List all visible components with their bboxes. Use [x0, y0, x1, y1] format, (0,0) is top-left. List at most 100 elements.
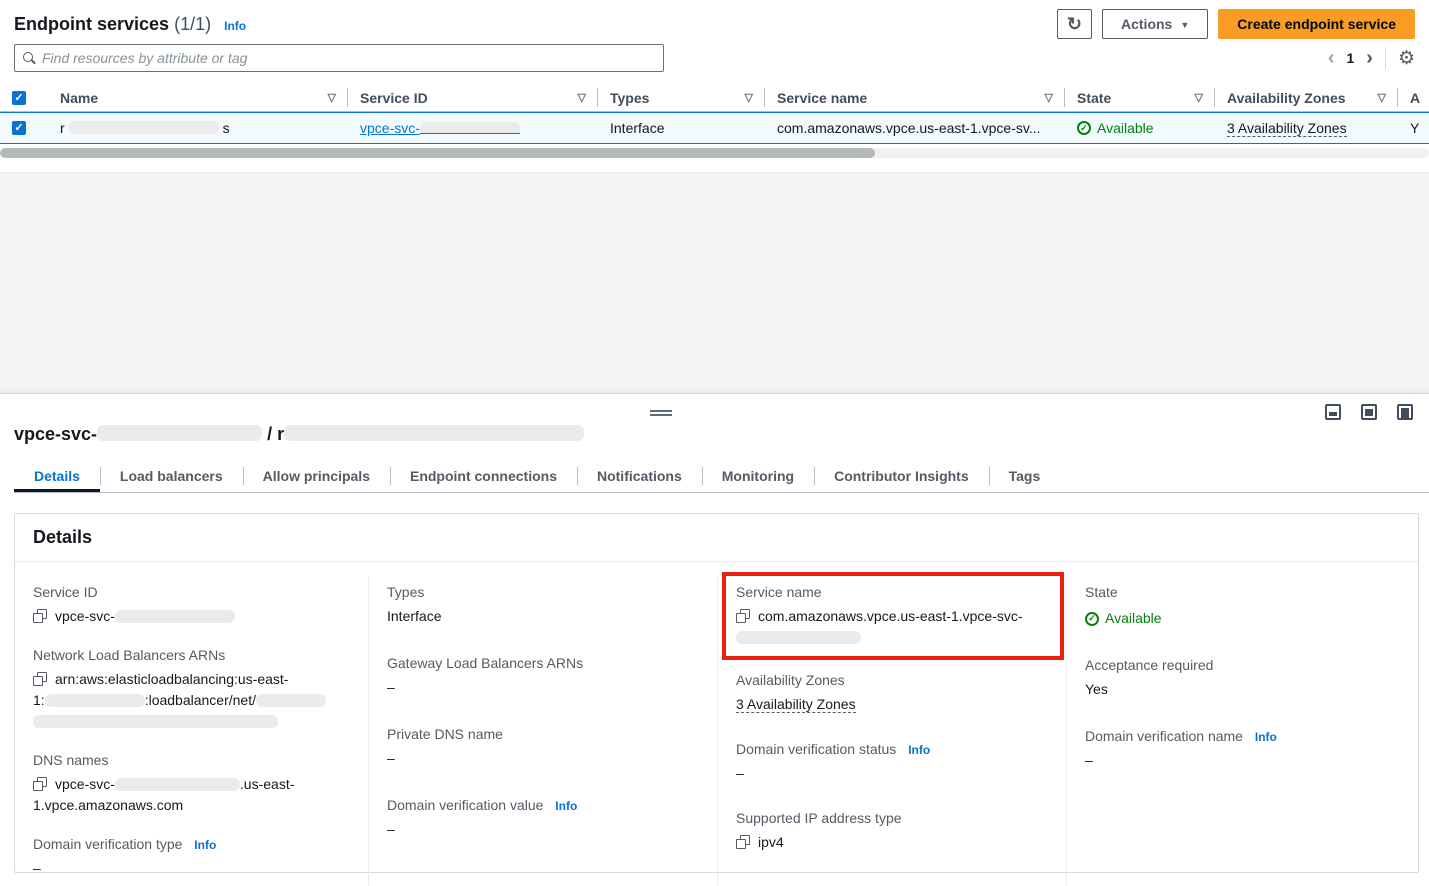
- domain-verification-name-info-link[interactable]: Info: [1255, 730, 1277, 744]
- cell-types: Interface: [598, 112, 765, 144]
- tab-notifications[interactable]: Notifications: [577, 460, 702, 492]
- row-checkbox[interactable]: ✓: [12, 121, 26, 135]
- page-title: Endpoint services (1/1) Info: [14, 14, 246, 35]
- detail-tabs: Details Load balancers Allow principals …: [14, 460, 1429, 493]
- column-header-types[interactable]: Types ▽: [598, 84, 765, 112]
- tab-allow-principals[interactable]: Allow principals: [243, 460, 390, 492]
- field-types: Types Interface: [387, 584, 701, 627]
- field-supported-ip: Supported IP address type ipv4: [736, 810, 1050, 853]
- title-info-link[interactable]: Info: [224, 19, 246, 33]
- details-column-2: Types Interface Gateway Load Balancers A…: [368, 576, 717, 886]
- empty-background: [0, 172, 1429, 393]
- caret-down-icon: ▼: [1180, 20, 1189, 30]
- redacted-text: [115, 610, 235, 623]
- filter-icon[interactable]: ▽: [1039, 91, 1053, 104]
- page-title-text: Endpoint services: [14, 14, 169, 34]
- panel-size-large-icon[interactable]: [1397, 404, 1413, 420]
- select-all-checkbox[interactable]: ✓: [12, 91, 26, 105]
- column-header-name[interactable]: Name ▽: [48, 84, 348, 112]
- redacted-text: [115, 778, 240, 791]
- availability-zones-link[interactable]: 3 Availability Zones: [1227, 120, 1347, 137]
- redacted-text: [736, 631, 861, 644]
- redacted-text: [45, 694, 145, 707]
- cell-name: r s: [48, 112, 348, 144]
- resource-count: (1/1): [174, 14, 211, 34]
- horizontal-scrollbar[interactable]: [0, 148, 1429, 158]
- horizontal-scrollbar-thumb[interactable]: [0, 148, 875, 158]
- search-input[interactable]: [42, 50, 655, 66]
- search-box[interactable]: [14, 44, 664, 72]
- endpoint-services-list-pane: Endpoint services (1/1) Info ↻ Actions ▼…: [0, 0, 1429, 393]
- copy-icon[interactable]: [33, 609, 47, 623]
- available-status-icon: ✓: [1085, 612, 1099, 626]
- field-nlb-arns: Network Load Balancers ARNs arn:aws:elas…: [33, 647, 352, 732]
- copy-icon[interactable]: [736, 835, 750, 849]
- filter-icon[interactable]: ▽: [322, 91, 336, 104]
- panel-size-medium-icon[interactable]: [1361, 404, 1377, 420]
- create-endpoint-service-button[interactable]: Create endpoint service: [1218, 9, 1415, 39]
- copy-icon[interactable]: [33, 777, 47, 791]
- column-header-availability-zones[interactable]: Availability Zones ▽: [1215, 84, 1398, 112]
- list-header: Endpoint services (1/1) Info ↻ Actions ▼…: [14, 8, 1415, 40]
- panel-size-small-icon[interactable]: [1325, 404, 1341, 420]
- details-column-4: State ✓ Available Acceptance required Ye…: [1066, 576, 1418, 886]
- previous-page-button[interactable]: ‹: [1328, 48, 1335, 68]
- tab-endpoint-connections[interactable]: Endpoint connections: [390, 460, 577, 492]
- field-domain-verification-name: Domain verification name Info –: [1085, 728, 1402, 771]
- column-header-service-name[interactable]: Service name ▽: [765, 84, 1065, 112]
- details-column-3: Service name com.amazonaws.vpce.us-east-…: [717, 576, 1066, 886]
- details-card-header: Details: [15, 514, 1418, 562]
- tab-tags[interactable]: Tags: [989, 460, 1061, 492]
- actions-button[interactable]: Actions ▼: [1102, 9, 1208, 39]
- redacted-text: [97, 425, 262, 441]
- split-panel-title: vpce-svc- / r: [14, 424, 584, 445]
- filter-icon[interactable]: ▽: [739, 91, 753, 104]
- service-name-highlight-box: Service name com.amazonaws.vpce.us-east-…: [722, 572, 1064, 660]
- domain-verification-value-info-link[interactable]: Info: [555, 799, 577, 813]
- pagination: ‹ 1 › ⚙: [1328, 47, 1415, 69]
- cell-state: ✓ Available: [1065, 112, 1215, 144]
- redacted-text: [284, 425, 584, 441]
- redacted-text: [69, 121, 219, 134]
- actions-button-label: Actions: [1121, 16, 1172, 32]
- details-card-body: Service ID vpce-svc- Network Load Balanc…: [15, 562, 1418, 886]
- tab-contributor-insights[interactable]: Contributor Insights: [814, 460, 989, 492]
- domain-verification-type-info-link[interactable]: Info: [194, 838, 216, 852]
- column-header-service-id[interactable]: Service ID ▽: [348, 84, 598, 112]
- field-service-id: Service ID vpce-svc-: [33, 584, 352, 627]
- filter-icon[interactable]: ▽: [1189, 91, 1203, 104]
- toolbar: ↻ Actions ▼ Create endpoint service: [1057, 9, 1415, 39]
- details-card-title: Details: [33, 527, 92, 548]
- table-settings-button[interactable]: ⚙: [1398, 49, 1415, 68]
- cell-service-name: com.amazonaws.vpce.us-east-1.vpce-sv...: [765, 112, 1065, 144]
- filter-icon[interactable]: ▽: [572, 91, 586, 104]
- column-header-state[interactable]: State ▽: [1065, 84, 1215, 112]
- split-panel-drag-handle[interactable]: [650, 410, 672, 416]
- cell-acceptance-cut: Y: [1398, 112, 1429, 144]
- redacted-text: [33, 715, 278, 728]
- field-domain-verification-status: Domain verification status Info –: [736, 741, 1050, 784]
- tab-details[interactable]: Details: [14, 460, 100, 492]
- field-domain-verification-type: Domain verification type Info –: [33, 836, 352, 879]
- next-page-button[interactable]: ›: [1366, 48, 1373, 68]
- domain-verification-status-info-link[interactable]: Info: [908, 743, 930, 757]
- current-page[interactable]: 1: [1346, 50, 1354, 66]
- availability-zones-detail-link[interactable]: 3 Availability Zones: [736, 696, 856, 713]
- field-state: State ✓ Available: [1085, 584, 1402, 629]
- field-domain-verification-value: Domain verification value Info –: [387, 797, 701, 840]
- tab-load-balancers[interactable]: Load balancers: [100, 460, 243, 492]
- copy-icon[interactable]: [736, 609, 750, 623]
- field-private-dns-name: Private DNS name –: [387, 726, 701, 769]
- tab-monitoring[interactable]: Monitoring: [702, 460, 814, 492]
- details-column-1: Service ID vpce-svc- Network Load Balanc…: [15, 576, 368, 886]
- field-dns-names: DNS names vpce-svc-.us-east- 1.vpce.amaz…: [33, 752, 352, 816]
- refresh-button[interactable]: ↻: [1057, 9, 1092, 39]
- table-row[interactable]: ✓ r s vpce-svc- Interface com.amazonaws.…: [0, 112, 1429, 144]
- search-icon: [23, 52, 35, 64]
- column-header-acceptance-cut[interactable]: A: [1398, 84, 1429, 112]
- cell-service-id: vpce-svc-: [348, 112, 598, 144]
- copy-icon[interactable]: [33, 672, 47, 686]
- filter-row: ‹ 1 › ⚙: [14, 44, 1415, 72]
- filter-icon[interactable]: ▽: [1372, 91, 1386, 104]
- service-id-link[interactable]: vpce-svc-: [360, 120, 520, 136]
